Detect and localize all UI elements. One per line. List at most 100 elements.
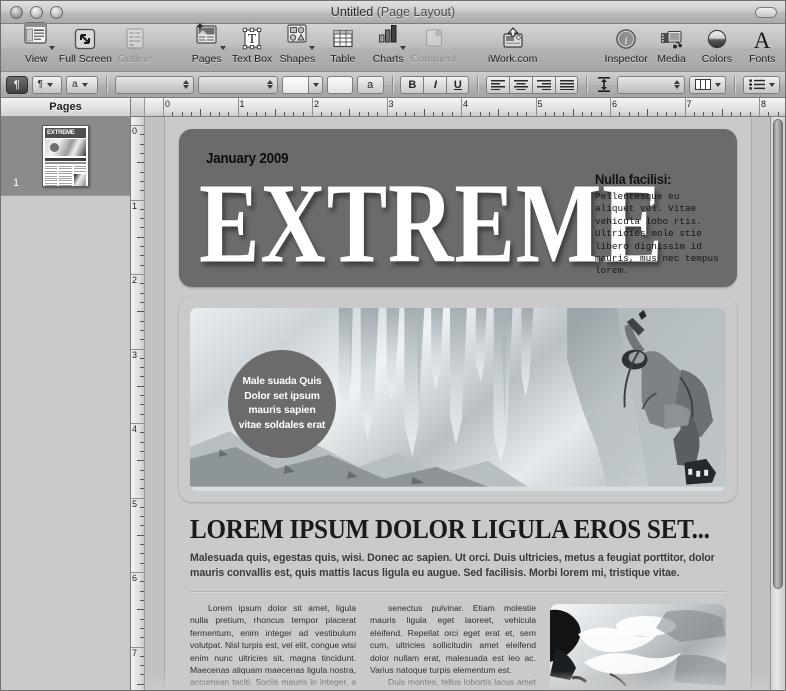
article-divider [190,591,726,593]
toolbar-label-media: Media [657,53,686,65]
ruler-tick [591,112,593,116]
paragraph-style-popup[interactable]: ¶ [31,75,62,94]
mini-photo-frame[interactable] [550,604,726,690]
vertical-ruler[interactable]: 0 1 2 3 4 5 6 7 [131,117,145,690]
italic-button[interactable]: I [423,75,447,94]
ruler-tick [498,109,500,116]
ruler-tick [433,112,435,116]
ruler-tick [488,112,490,116]
horizontal-ruler[interactable]: 0 1 2 3 4 5 6 7 8 [145,98,785,117]
toolbar-button-shapes[interactable]: Shapes [275,24,320,65]
toolbar-button-text-box[interactable]: T Text Box [229,27,274,65]
snow-spray-photo [550,604,726,690]
ruler-tick [140,339,144,341]
toolbar-button-inspector[interactable]: i Inspector [603,27,648,65]
ruler-tick [190,112,192,116]
article-block[interactable]: LOREM IPSUM DOLOR LIGULA EROS SET... Mal… [190,514,726,690]
vertical-scrollbar[interactable] [770,117,785,690]
format-bar-divider [106,76,107,93]
toolbar-label-fonts: Fonts [749,53,776,65]
align-center-button[interactable] [509,75,533,94]
ruler-major-line [312,98,313,116]
toolbar-button-media[interactable]: Media [649,27,694,65]
ruler-tick [451,112,453,116]
pages-application-window: Untitled (Page Layout) View Full Screen … [0,0,786,691]
ruler-tick [140,618,144,620]
toolbar-button-iwork-com[interactable]: iWork.com [483,27,542,65]
minimize-button[interactable] [30,5,43,19]
close-button[interactable] [10,5,23,19]
ruler-tick [140,441,144,443]
columns-popup[interactable] [688,75,726,94]
toolbar-label-text-box: Text Box [231,53,273,65]
align-left-button[interactable] [486,75,510,94]
chevron-down-icon[interactable] [49,46,56,50]
line-spacing-stepper[interactable] [673,80,680,89]
chevron-down-icon[interactable] [400,46,407,50]
ruler-tick [321,112,323,116]
line-spacing-combo[interactable] [617,75,685,94]
ruler-tick [140,637,144,639]
svg-text:A: A [754,28,771,51]
chevron-down-icon[interactable] [309,46,316,50]
window-titlebar[interactable]: Untitled (Page Layout) [1,1,785,24]
thumbnail-title: EXTREME [47,130,75,136]
bold-button[interactable]: B [400,75,424,94]
border-style-button[interactable]: a [356,75,384,94]
toolbar-button-charts[interactable]: Charts [365,25,410,65]
document-page[interactable]: January 2009 EXTREME Nulla facilisi: Pel… [165,117,751,690]
align-right-button[interactable] [532,75,556,94]
ruler-tick [140,674,144,676]
character-style-popup[interactable]: a [65,75,99,94]
toolbar-button-full-screen[interactable]: Full Screen [59,27,112,65]
font-size-stepper[interactable] [267,80,274,89]
font-size-combo[interactable] [198,75,279,94]
text-color-combo[interactable] [282,75,324,94]
article-headline: LOREM IPSUM DOLOR LIGULA EROS SET... [190,514,710,544]
view-icon [23,22,56,51]
article-column-1[interactable]: Lorem ipsum dolor sit amet, ligula nulla… [190,602,356,690]
chevron-down-icon[interactable] [219,46,226,50]
fill-color-swatch[interactable] [327,75,353,94]
hero-photo-block[interactable]: Male suada Quis Dolor set ipsum mauris s… [179,297,737,502]
toolbar-button-table[interactable]: Table [320,27,365,65]
text-color-swatch[interactable] [282,75,309,94]
ruler-row: 0 1 2 3 4 5 6 7 8 [131,98,785,117]
toolbar-toggle-button[interactable] [755,6,777,18]
underline-button[interactable]: U [446,75,470,94]
article-column-3[interactable] [550,602,726,690]
textbox-icon: T [240,27,264,51]
ruler-tick [140,283,144,285]
font-family-combo[interactable] [114,75,195,94]
ruler-tick [140,395,144,397]
ruler-tick [140,665,144,667]
toolbar-button-pages[interactable]: Pages [184,23,229,65]
sidebar-page-list[interactable]: EXTREME 1 [1,117,130,690]
document-canvas[interactable]: January 2009 EXTREME Nulla facilisi: Pel… [145,117,770,690]
hero-image-frame[interactable]: Male suada Quis Dolor set ipsum mauris s… [190,308,726,491]
ruler-tick [703,112,705,116]
chevron-down-icon[interactable] [308,75,324,94]
ruler-tick [228,112,230,116]
toolbar-button-fonts[interactable]: A Fonts [740,27,785,65]
toolbar-button-view[interactable]: View [14,22,59,65]
paragraph-style-glyph: ¶ [37,79,43,90]
show-invisibles-toggle[interactable]: ¶ [6,75,28,94]
list-style-popup[interactable] [742,75,780,94]
font-family-stepper[interactable] [183,80,190,89]
vertical-scrollbar-thumb[interactable] [773,119,783,589]
masthead-sidebar-body: Pellentesque eu aliquet vel. Vitae vehic… [595,191,719,277]
ruler-major-line [759,98,760,116]
masthead-block[interactable]: January 2009 EXTREME Nulla facilisi: Pel… [179,129,737,287]
zoom-button[interactable] [50,5,63,19]
toolbar-label-shapes: Shapes [279,53,316,65]
ruler-label: 8 [761,99,767,109]
sidebar-page-item-1[interactable]: EXTREME 1 [1,117,130,196]
toolbar-button-colors[interactable]: Colors [694,27,739,65]
ruler-tick [358,112,360,116]
charts-icon [376,25,407,51]
article-column-2[interactable]: senectus pulvinar. Etiam molestie mauris… [370,602,536,690]
ruler-tick [137,311,144,313]
align-justify-button[interactable] [555,75,579,94]
fullscreen-icon [73,27,97,51]
